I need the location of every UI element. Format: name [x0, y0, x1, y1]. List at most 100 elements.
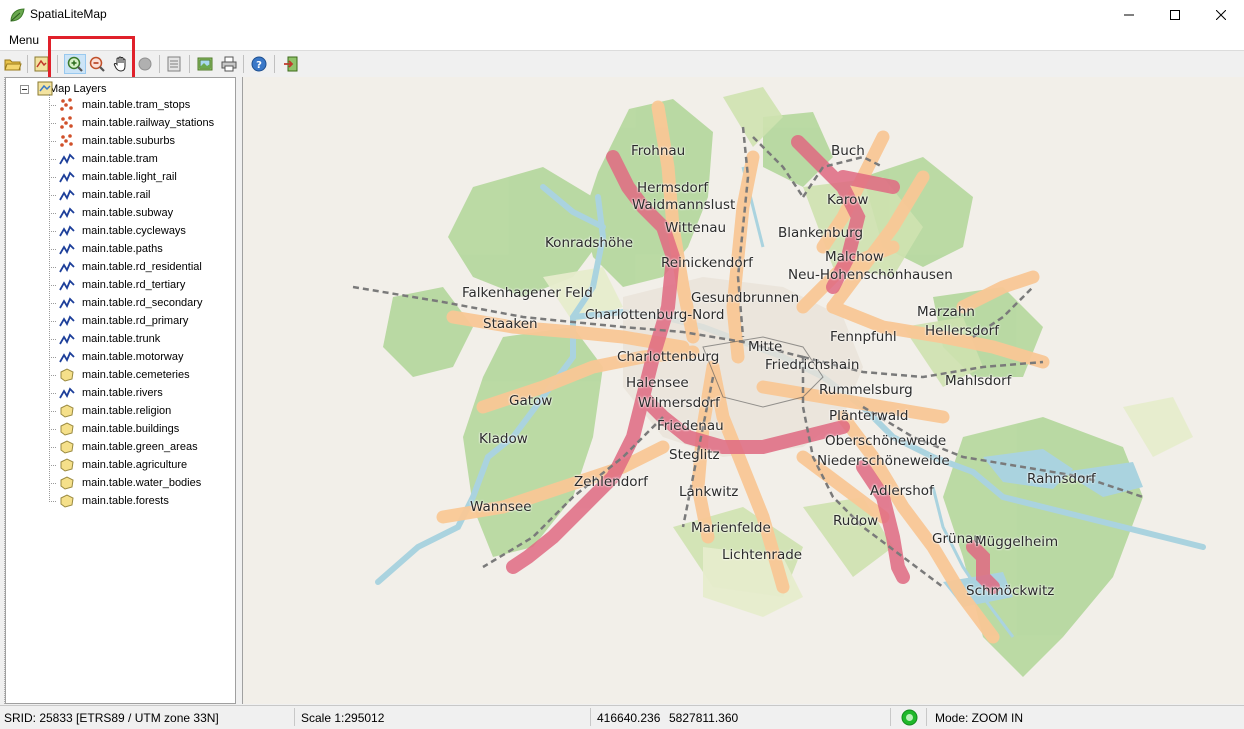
minimize-button[interactable]	[1106, 0, 1152, 30]
place-label: Plänterwald	[829, 408, 909, 424]
identify-disabled-icon[interactable]	[136, 55, 154, 73]
help-icon[interactable]: ?	[250, 55, 268, 73]
line-layer-icon	[59, 223, 75, 239]
layer-label: main.table.buildings	[82, 423, 180, 435]
map-graphic	[352, 87, 1206, 677]
maximize-icon	[1170, 10, 1180, 20]
layer-item[interactable]: main.table.buildings	[49, 420, 179, 438]
layer-label: main.table.tram	[82, 153, 158, 165]
line-layer-icon	[59, 313, 75, 329]
line-layer-icon	[59, 277, 75, 293]
polygon-layer-icon	[59, 439, 75, 455]
layer-item[interactable]: main.table.rd_primary	[49, 312, 188, 330]
open-folder-icon[interactable]	[4, 55, 22, 73]
line-layer-icon	[59, 241, 75, 257]
layer-item[interactable]: main.table.trunk	[49, 330, 160, 348]
place-label: Mitte	[748, 339, 783, 355]
place-label: Wittenau	[665, 220, 727, 236]
status-scale: Scale 1:295012	[301, 711, 385, 725]
print-icon[interactable]	[220, 55, 238, 73]
menu-button[interactable]: Menu	[9, 33, 39, 47]
layer-label: main.table.forests	[82, 495, 169, 507]
layer-item[interactable]: main.table.subway	[49, 204, 173, 222]
polygon-layer-icon	[59, 475, 75, 491]
status-mode: Mode: ZOOM IN	[935, 711, 1024, 725]
layer-label: main.table.rd_tertiary	[82, 279, 186, 291]
layer-item[interactable]: main.table.rd_secondary	[49, 294, 202, 312]
layer-label: main.table.rail	[82, 189, 151, 201]
layer-label: main.table.railway_stations	[82, 117, 215, 129]
layer-item[interactable]: main.table.paths	[49, 240, 163, 258]
place-label: Konradshöhe	[545, 235, 634, 251]
menu-bar: Menu	[0, 30, 1244, 50]
place-label: Wilmersdorf	[638, 395, 720, 411]
place-label: Zehlendorf	[574, 474, 648, 490]
layer-label: main.table.cycleways	[82, 225, 186, 237]
place-label: Friedenau	[657, 418, 724, 434]
layer-item[interactable]: main.table.cycleways	[49, 222, 186, 240]
place-label: Schmöckwitz	[966, 583, 1055, 599]
line-layer-icon	[59, 205, 75, 221]
layer-item[interactable]: main.table.agriculture	[49, 456, 187, 474]
layer-item[interactable]: main.table.rail	[49, 186, 150, 204]
layer-item[interactable]: main.table.cemeteries	[49, 366, 190, 384]
polygon-layer-icon	[59, 457, 75, 473]
close-button[interactable]	[1198, 0, 1244, 30]
svg-text:?: ?	[256, 60, 262, 71]
point-layer-icon	[59, 133, 75, 149]
place-label: Friedrichshain	[765, 357, 860, 373]
layer-item[interactable]: main.table.tram	[49, 150, 158, 168]
layer-label: main.table.light_rail	[82, 171, 177, 183]
tree-root[interactable]: Map Layers	[20, 81, 106, 97]
point-layer-icon	[59, 115, 75, 131]
layer-item[interactable]: main.table.light_rail	[49, 168, 177, 186]
place-label: Hellersdorf	[925, 323, 999, 339]
place-label: Halensee	[626, 375, 689, 391]
layer-item[interactable]: main.table.rivers	[49, 384, 163, 402]
layer-label: main.table.cemeteries	[82, 369, 190, 381]
layer-tree-panel: Map Layers main.table.tram_stops main.tab…	[5, 77, 236, 704]
properties-icon[interactable]	[165, 55, 183, 73]
close-icon	[1216, 10, 1226, 20]
place-label: Staaken	[483, 316, 538, 332]
layer-item[interactable]: main.table.motorway	[49, 348, 184, 366]
layer-label: main.table.subway	[82, 207, 174, 219]
place-label: Marzahn	[917, 304, 975, 320]
layer-item[interactable]: main.table.religion	[49, 402, 171, 420]
layer-label: main.table.water_bodies	[82, 477, 202, 489]
map-canvas[interactable]: Frohnau Buch Hermsdorf Waidmannslust Karow Wi…	[242, 77, 1244, 704]
collapse-icon[interactable]	[20, 84, 29, 94]
layer-label: main.table.green_areas	[82, 441, 198, 453]
layer-item[interactable]: main.table.water_bodies	[49, 474, 201, 492]
place-label: Waidmannslust	[632, 197, 736, 213]
layer-item[interactable]: main.table.tram_stops	[49, 96, 190, 114]
place-label: Falkenhagener Feld	[462, 285, 593, 301]
exit-icon[interactable]	[282, 55, 300, 73]
layer-item[interactable]: main.table.green_areas	[49, 438, 198, 456]
layer-item[interactable]: main.table.rd_residential	[49, 258, 202, 276]
layer-label: main.table.rd_primary	[82, 315, 189, 327]
layer-item[interactable]: main.table.forests	[49, 492, 169, 510]
maximize-button[interactable]	[1152, 0, 1198, 30]
polygon-layer-icon	[59, 367, 75, 383]
place-label: Wannsee	[470, 499, 532, 515]
layer-label: main.table.suburbs	[82, 135, 175, 147]
title-bar: SpatiaLiteMap	[0, 0, 1244, 30]
layer-label: main.table.trunk	[82, 333, 161, 345]
mode-indicator-icon	[901, 709, 918, 726]
export-image-icon[interactable]	[196, 55, 214, 73]
layer-item[interactable]: main.table.suburbs	[49, 132, 175, 150]
layer-item[interactable]: main.table.rd_tertiary	[49, 276, 185, 294]
layer-item[interactable]: main.table.railway_stations	[49, 114, 214, 132]
minimize-icon	[1124, 14, 1134, 16]
place-label: Oberschöneweide	[825, 433, 947, 449]
point-layer-icon	[59, 97, 75, 113]
place-label: Rudow	[833, 513, 879, 529]
line-layer-icon	[59, 385, 75, 401]
line-layer-icon	[59, 259, 75, 275]
place-label: Charlottenburg-Nord	[585, 307, 725, 323]
place-label: Lankwitz	[679, 484, 739, 500]
place-label: Fennpfuhl	[830, 329, 897, 345]
place-label: Gatow	[509, 393, 553, 409]
place-label: Niederschöneweide	[817, 453, 950, 469]
